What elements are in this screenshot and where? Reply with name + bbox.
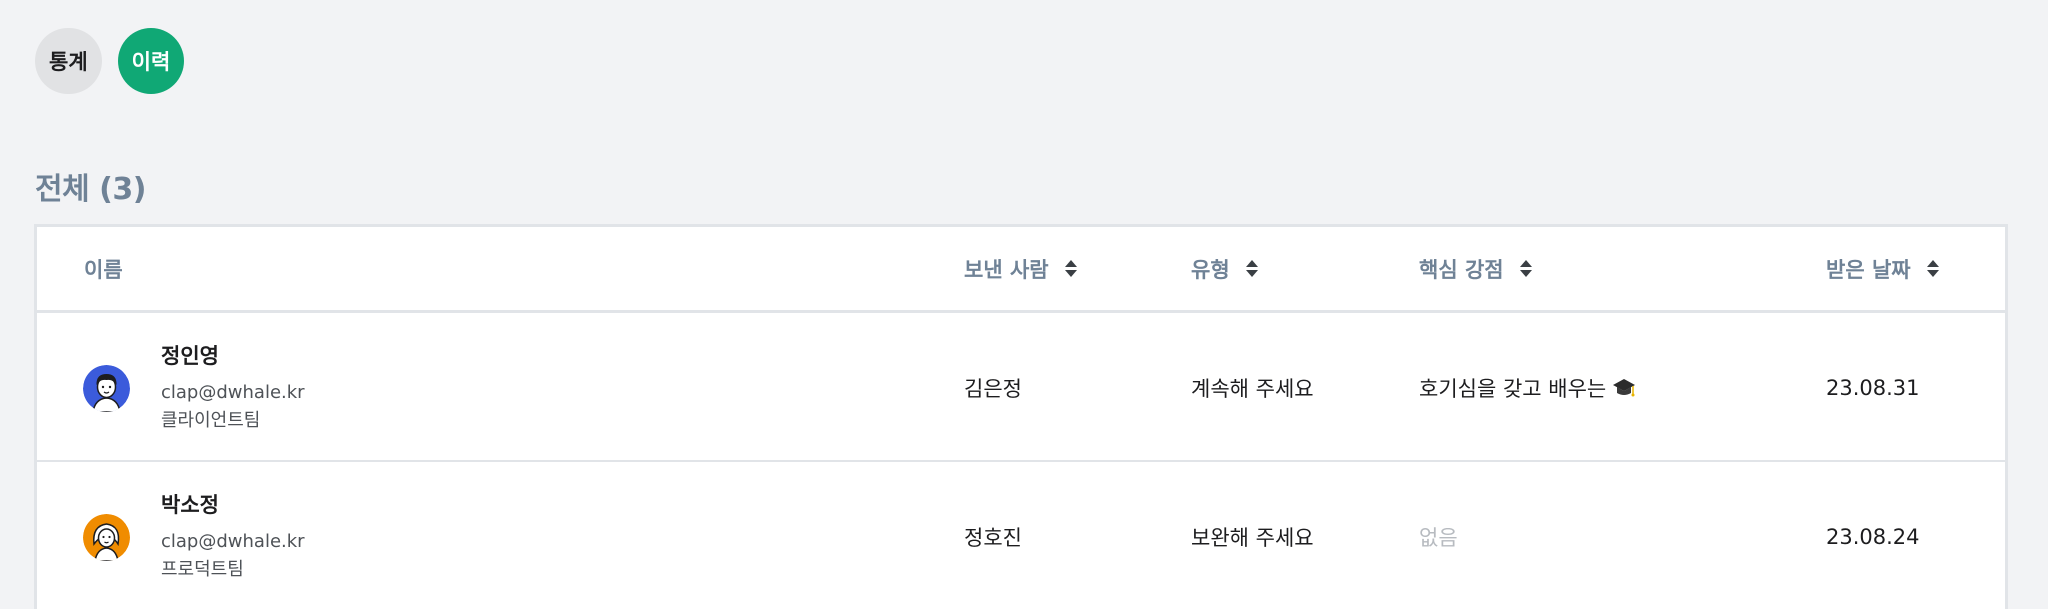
column-header-name: 이름 xyxy=(84,227,123,310)
sort-icon[interactable] xyxy=(1245,260,1258,277)
type-cell: 계속해 주세요 xyxy=(1191,376,1314,401)
sender-cell: 김은정 xyxy=(964,376,1022,401)
recipient-name: 박소정 xyxy=(161,493,219,517)
sort-icon[interactable] xyxy=(1064,260,1077,277)
date-cell: 23.08.31 xyxy=(1826,375,1920,400)
recipient-email: clap@dwhale.kr xyxy=(161,531,305,552)
section-title: 전체 (3) xyxy=(35,172,146,207)
column-header-name-label: 이름 xyxy=(84,257,123,282)
sender-cell: 정호진 xyxy=(964,525,1022,550)
sort-icon[interactable] xyxy=(1519,260,1532,277)
recipient-info: 박소정 clap@dwhale.kr 프로덕트팀 xyxy=(161,490,305,584)
column-header-type[interactable]: 유형 xyxy=(1191,227,1258,310)
view-tabs: 통계 이력 xyxy=(35,28,185,94)
recipient-email: clap@dwhale.kr xyxy=(161,382,305,403)
sort-icon[interactable] xyxy=(1926,260,1939,277)
recipient-name: 정인영 xyxy=(161,344,219,368)
recipient-info: 정인영 clap@dwhale.kr 클라이언트팀 xyxy=(161,341,305,435)
recipient-team: 프로덕트팀 xyxy=(161,559,244,580)
person-avatar-icon xyxy=(83,365,130,412)
strength-label: 호기심을 갖고 배우는 xyxy=(1419,376,1607,401)
column-header-sender[interactable]: 보낸 사람 xyxy=(964,227,1077,310)
table-row[interactable]: 정인영 clap@dwhale.kr 클라이언트팀 김은정 계속해 주세요 호기… xyxy=(37,313,2005,462)
strength-cell: 호기심을 갖고 배우는 xyxy=(1419,313,1636,462)
strength-label: 없음 xyxy=(1419,525,1458,550)
tab-statistics[interactable]: 통계 xyxy=(35,28,102,94)
graduation-cap-icon xyxy=(1613,378,1636,396)
type-cell: 보완해 주세요 xyxy=(1191,525,1314,550)
avatar xyxy=(83,514,130,561)
table-header: 이름 보낸 사람 유형 핵심 강점 받은 날짜 xyxy=(37,227,2005,313)
feedback-table: 이름 보낸 사람 유형 핵심 강점 받은 날짜 정인영 clap@dwhale.… xyxy=(34,224,2008,609)
strength-cell: 없음 xyxy=(1419,462,1458,609)
table-row[interactable]: 박소정 clap@dwhale.kr 프로덕트팀 정호진 보완해 주세요 없음 … xyxy=(37,462,2005,609)
column-header-sender-label: 보낸 사람 xyxy=(964,257,1049,282)
column-header-strength[interactable]: 핵심 강점 xyxy=(1419,227,1532,310)
tab-history[interactable]: 이력 xyxy=(117,28,185,94)
avatar xyxy=(83,365,130,412)
column-header-type-label: 유형 xyxy=(1191,257,1230,282)
column-header-strength-label: 핵심 강점 xyxy=(1419,257,1504,282)
recipient-team: 클라이언트팀 xyxy=(161,410,261,431)
column-header-date-label: 받은 날짜 xyxy=(1826,257,1911,282)
feedback-history-page: 통계 이력 전체 (3) 이름 보낸 사람 유형 핵심 강점 받은 날짜 정인영… xyxy=(0,0,2048,609)
date-cell: 23.08.24 xyxy=(1826,524,1920,549)
person-avatar-icon xyxy=(83,514,130,561)
column-header-date[interactable]: 받은 날짜 xyxy=(1826,227,1939,310)
